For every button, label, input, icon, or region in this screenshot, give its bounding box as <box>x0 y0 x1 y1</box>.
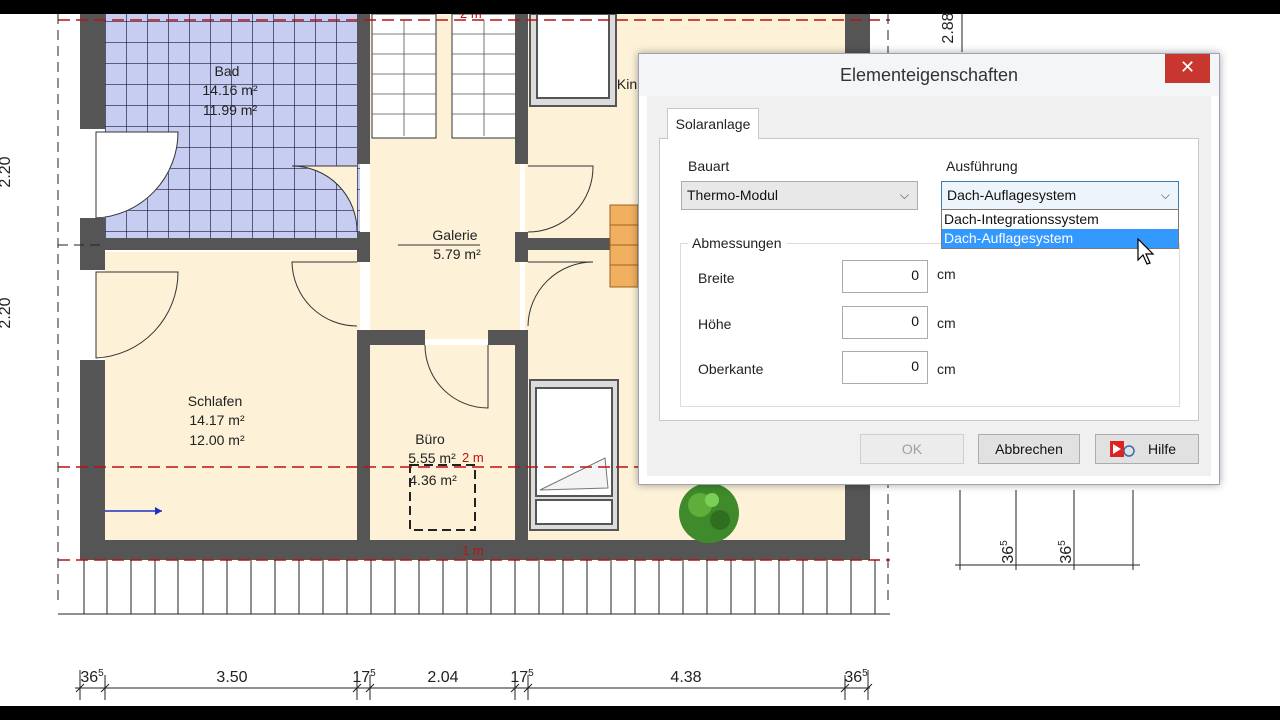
oberkante-input[interactable]: 0 <box>842 351 928 384</box>
svg-text:2.20: 2.20 <box>0 297 14 328</box>
breite-unit: cm <box>937 266 956 282</box>
chevron-down-icon: ⌵ <box>899 188 909 202</box>
breite-label: Breite <box>698 270 735 286</box>
bauart-select[interactable]: Thermo-Modul ⌵ <box>681 181 918 210</box>
chevron-down-icon: ⌵ <box>1160 188 1170 202</box>
element-properties-dialog: Elementeigenschaften ✕ Solaranlage Bauar… <box>638 53 1220 485</box>
svg-text:14.17 m²: 14.17 m² <box>189 412 245 428</box>
dialog-title: Elementeigenschaften <box>839 65 1019 85</box>
svg-text:175: 175 <box>510 668 534 686</box>
ausfuehrung-select[interactable]: Dach-Auflagesystem ⌵ <box>941 181 1179 210</box>
svg-text:365: 365 <box>844 668 868 686</box>
plant-icon <box>679 483 739 543</box>
svg-text:1 m: 1 m <box>462 543 484 558</box>
close-icon: ✕ <box>1179 57 1196 77</box>
breite-input[interactable]: 0 <box>842 260 928 293</box>
close-button[interactable]: ✕ <box>1165 54 1210 83</box>
bauart-value: Thermo-Modul <box>687 187 779 203</box>
room-name-galerie: Galerie <box>432 227 477 243</box>
svg-text:5.55 m²: 5.55 m² <box>408 450 456 466</box>
svg-text:365: 365 <box>999 540 1017 564</box>
ausfuehrung-label: Ausführung <box>946 158 1018 174</box>
tab-panel: Bauart Thermo-Modul ⌵ Ausführung Dach-Au… <box>659 138 1199 421</box>
cancel-button[interactable]: Abbrechen <box>978 434 1080 464</box>
svg-text:11.99 m²: 11.99 m² <box>203 102 258 118</box>
room-name-schlafen: Schlafen <box>188 393 242 409</box>
svg-text:2 m: 2 m <box>462 450 484 465</box>
hoehe-unit: cm <box>937 315 956 331</box>
tab-solaranlage[interactable]: Solaranlage <box>667 108 759 139</box>
svg-text:14.16 m²: 14.16 m² <box>202 82 258 98</box>
svg-text:2.20: 2.20 <box>0 156 14 187</box>
svg-text:2.88: 2.88 <box>940 14 957 44</box>
svg-text:365: 365 <box>1057 540 1075 564</box>
bauart-label: Bauart <box>688 158 730 174</box>
hoehe-input[interactable]: 0 <box>842 306 928 339</box>
svg-text:3.50: 3.50 <box>216 669 247 686</box>
dialog-client-area: Solaranlage Bauart Thermo-Modul ⌵ Ausfüh… <box>647 96 1211 476</box>
abmessungen-title: Abmessungen <box>688 235 786 251</box>
svg-text:5.79 m²: 5.79 m² <box>433 246 481 262</box>
room-name-kin: Kin <box>617 76 637 92</box>
oberkante-label: Oberkante <box>698 361 764 377</box>
svg-text:12.00 m²: 12.00 m² <box>189 432 245 448</box>
ausfuehrung-value: Dach-Auflagesystem <box>947 187 1077 203</box>
dialog-titlebar[interactable]: Elementeigenschaften ✕ <box>639 54 1219 96</box>
svg-text:2.04: 2.04 <box>427 669 458 686</box>
svg-text:4.38: 4.38 <box>670 669 701 686</box>
svg-text:365: 365 <box>80 668 104 686</box>
abmessungen-group <box>680 243 1180 407</box>
hoehe-label: Höhe <box>698 316 732 332</box>
room-name-bad: Bad <box>215 63 240 79</box>
bathroom-floor <box>105 14 360 242</box>
option-dach-integrationssystem[interactable]: Dach-Integrationssystem <box>942 210 1178 229</box>
svg-text:2 m: 2 m <box>460 14 482 21</box>
svg-text:4.36 m²: 4.36 m² <box>409 472 457 488</box>
oberkante-unit: cm <box>937 361 956 377</box>
svg-text:175: 175 <box>352 668 376 686</box>
help-label: Hilfe <box>1148 441 1177 457</box>
mouse-cursor-icon <box>1137 238 1155 265</box>
help-icon <box>1110 441 1135 457</box>
help-button[interactable]: Hilfe <box>1095 434 1199 464</box>
ok-button[interactable]: OK <box>860 434 964 464</box>
room-name-buero: Büro <box>415 431 445 447</box>
